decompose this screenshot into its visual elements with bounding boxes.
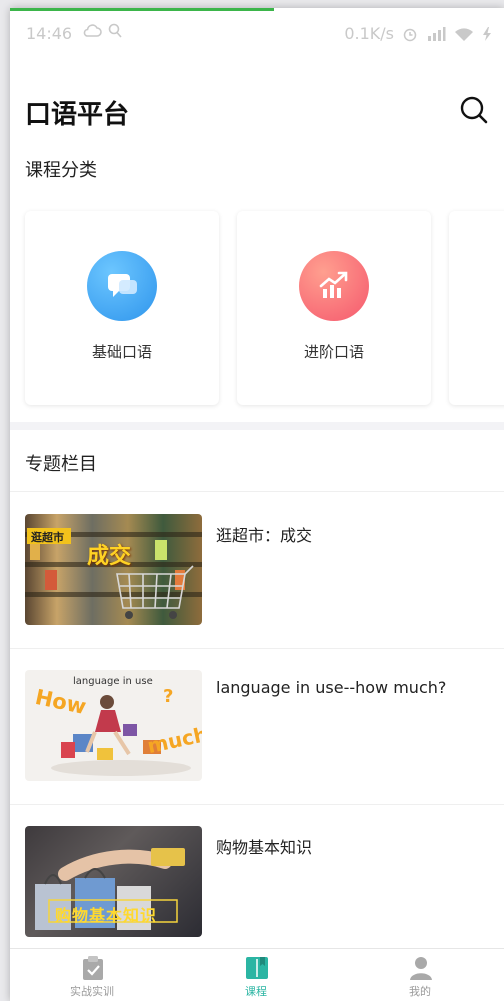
category-card-basic[interactable]: 基础口语 <box>25 211 219 405</box>
thumb-caption: 购物基本知识 <box>55 906 158 925</box>
divider-line <box>10 804 504 805</box>
loading-progress-line <box>10 8 274 11</box>
status-notification-icons <box>82 23 122 39</box>
clipboard-check-icon <box>81 955 105 981</box>
category-card-partial[interactable] <box>449 211 504 405</box>
cloud-icon <box>83 24 102 37</box>
topic-thumbnail-shopping-bags: 购物基本知识 <box>25 826 202 937</box>
topic-item[interactable]: 购物基本知识 购物基本知识 <box>10 806 504 961</box>
signal-icon <box>428 26 446 41</box>
category-list: 基础口语 进阶口语 <box>25 211 504 407</box>
status-bar: 14:46 0.1K/s <box>10 14 504 54</box>
app-screen: 14:46 0.1K/s 口语平台 课程分类 基础口语 进阶口语 专题栏目 逛超… <box>10 8 504 1001</box>
tab-me[interactable]: 我的 <box>338 949 502 1001</box>
chat-bubbles-icon <box>87 251 157 321</box>
topic-thumbnail-how-much: language in use How ? much <box>25 670 202 781</box>
tab-courses[interactable]: 课程 <box>174 949 338 1001</box>
wifi-icon <box>455 27 473 41</box>
charging-icon <box>483 26 491 41</box>
category-label: 基础口语 <box>91 343 152 361</box>
thumb-caption-large: 成交 <box>87 544 132 569</box>
page-title: 口语平台 <box>25 100 130 130</box>
person-icon <box>409 955 433 981</box>
alarm-icon <box>403 28 417 41</box>
topic-item[interactable]: 逛超市 成交 逛超市：成交 <box>10 494 504 649</box>
search-small-icon <box>108 23 122 38</box>
divider-line <box>10 491 504 492</box>
thumb-caption-small: 逛超市 <box>31 531 64 544</box>
thumb-caption-top: language in use <box>73 676 153 687</box>
thumb-caption-question: ? <box>163 686 174 707</box>
topic-item[interactable]: language in use How ? much language in u… <box>10 650 504 805</box>
category-section-title: 课程分类 <box>25 160 97 181</box>
section-divider <box>10 422 504 430</box>
network-speed: 0.1K/s <box>344 24 394 43</box>
topic-title: 购物基本知识 <box>216 838 313 857</box>
status-right: 0.1K/s <box>344 24 492 43</box>
search-icon <box>460 96 488 124</box>
tab-practice[interactable]: 实战实训 <box>10 949 174 1001</box>
page-header: 口语平台 <box>10 94 504 140</box>
topics-section-title: 专题栏目 <box>25 454 97 475</box>
trending-up-icon <box>299 251 369 321</box>
topic-thumbnail-supermarket: 逛超市 成交 <box>25 514 202 625</box>
divider-line <box>10 648 504 649</box>
topic-title: 逛超市：成交 <box>216 526 313 545</box>
book-icon <box>245 955 269 981</box>
status-time: 14:46 <box>26 24 73 43</box>
bottom-tab-bar: 实战实训 课程 我的 <box>10 948 504 1001</box>
category-label: 进阶口语 <box>303 343 364 361</box>
tab-label: 实战实训 <box>70 985 114 998</box>
topic-title: language in use--how much? <box>216 678 447 697</box>
search-button[interactable] <box>458 94 490 126</box>
category-card-advanced[interactable]: 进阶口语 <box>237 211 431 405</box>
tab-label: 课程 <box>245 985 267 998</box>
tab-label: 我的 <box>409 985 431 998</box>
